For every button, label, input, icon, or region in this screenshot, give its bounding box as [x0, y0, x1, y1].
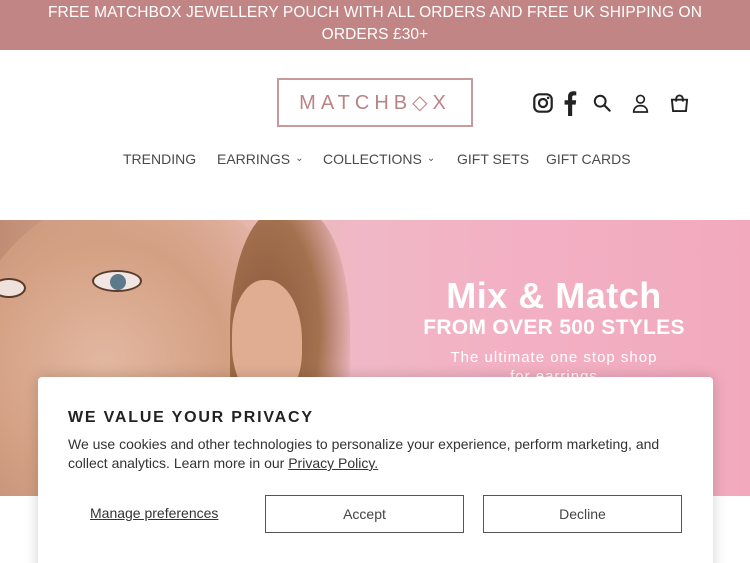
chevron-down-icon: ⌄ [426, 152, 436, 164]
hero-subheadline: FROM OVER 500 STYLES [423, 316, 685, 339]
nav-item-earrings[interactable]: EARRINGS ⌄ [217, 151, 304, 167]
announcement-line-1: FREE MATCHBOX JEWELLERY POUCH WITH ALL O… [47, 4, 702, 21]
nav-label: GIFT SETS [457, 151, 530, 167]
privacy-policy-link[interactable]: Privacy Policy. [288, 455, 378, 471]
decline-button[interactable]: Decline [483, 495, 682, 533]
hero-tagline-line-1: The ultimate one stop shop [450, 349, 658, 366]
manage-preferences-link[interactable]: Manage preferences [90, 505, 218, 521]
accept-button[interactable]: Accept [265, 495, 464, 533]
nav-item-gift-sets[interactable]: GIFT SETS [457, 151, 529, 167]
cart-icon[interactable] [667, 90, 691, 116]
hero-eye-shape [92, 270, 142, 292]
facebook-icon[interactable] [558, 90, 582, 116]
logo-text: MATCHB◇X [299, 92, 451, 114]
nav-label: EARRINGS [217, 151, 291, 167]
matchbox-logo[interactable]: MATCHB◇X [277, 78, 473, 127]
nav-item-trending[interactable]: TRENDING [123, 151, 196, 167]
nav-item-collections[interactable]: COLLECTIONS ⌄ [323, 151, 435, 167]
nav-label: COLLECTIONS [323, 151, 422, 167]
announcement-bar: FREE MATCHBOX JEWELLERY POUCH WITH ALL O… [0, 0, 750, 50]
hero-headline: Mix & Match [446, 275, 662, 316]
cookie-title: WE VALUE YOUR PRIVACY [68, 409, 314, 426]
instagram-icon[interactable] [531, 90, 555, 116]
search-icon[interactable] [590, 90, 614, 116]
cookie-text: We use cookies and other technologies to… [68, 435, 678, 473]
user-icon[interactable] [628, 90, 652, 116]
chevron-down-icon: ⌄ [295, 152, 304, 164]
announcement-line-2: ORDERS £30+ [321, 26, 429, 43]
nav-label: GIFT CARDS [546, 151, 631, 167]
nav-label: TRENDING [123, 151, 197, 167]
nav-item-gift-cards[interactable]: GIFT CARDS [546, 151, 631, 167]
cookie-banner: WE VALUE YOUR PRIVACY We use cookies and… [38, 377, 713, 563]
main-nav: TRENDING EARRINGS ⌄ COLLECTIONS ⌄ GIFT S… [0, 151, 750, 173]
